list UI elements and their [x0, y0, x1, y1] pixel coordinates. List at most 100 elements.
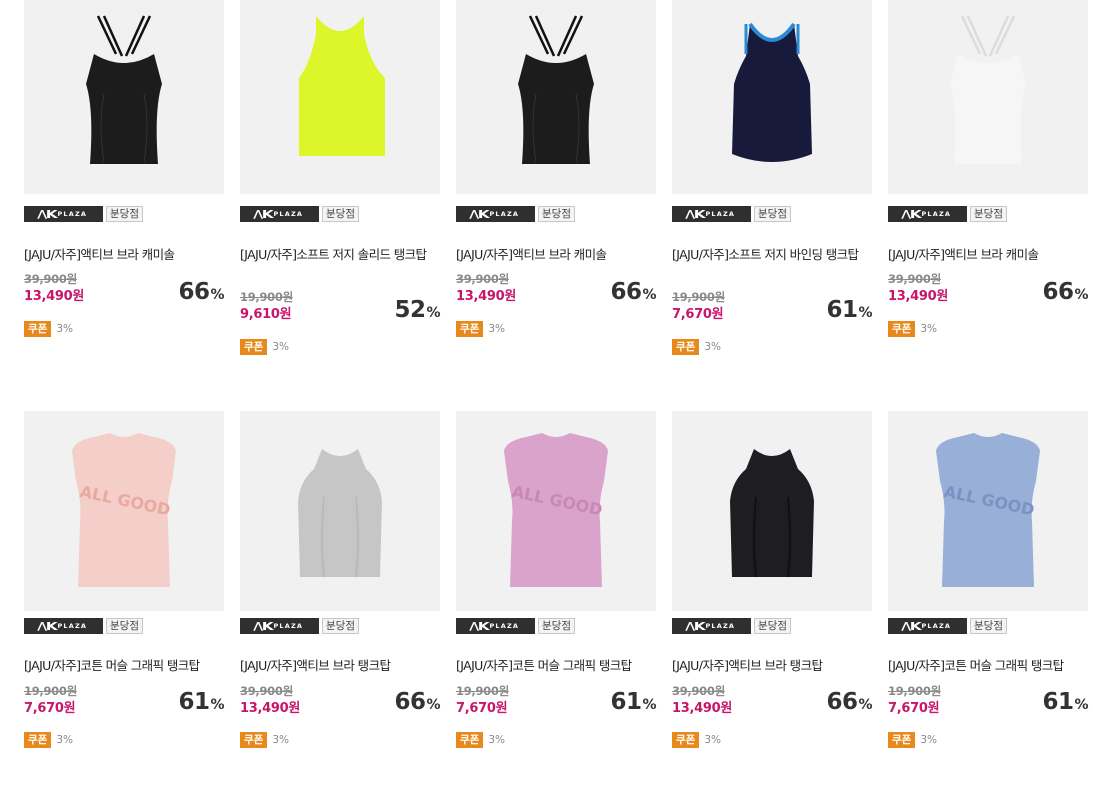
- discount-percent-sign: %: [210, 697, 224, 713]
- shop-info: /\K PLAZA 분당점: [240, 206, 359, 222]
- ak-plaza-logo: /\K PLAZA: [888, 618, 967, 634]
- coupon-info: 쿠폰 3%: [456, 321, 505, 337]
- branch-badge: 분당점: [970, 618, 1007, 634]
- ak-plaza-logo: /\K PLAZA: [24, 206, 103, 222]
- discount-value: 61: [610, 689, 642, 715]
- coupon-info: 쿠폰 3%: [24, 732, 73, 748]
- product-title[interactable]: [JAJU/자주]소프트 저지 솔리드 탱크탑: [240, 245, 440, 264]
- product-title[interactable]: [JAJU/자주]코튼 머슬 그래픽 탱크탑: [456, 656, 656, 675]
- shop-info: /\K PLAZA 분당점: [240, 618, 359, 634]
- ak-logo-mark: /\K: [37, 619, 57, 633]
- ak-plaza-logo: /\K PLAZA: [672, 618, 751, 634]
- ak-logo-plaza: PLAZA: [921, 210, 952, 218]
- product-title[interactable]: [JAJU/자주]소프트 저지 바인딩 탱크탑: [672, 245, 872, 264]
- coupon-badge[interactable]: 쿠폰: [888, 321, 916, 337]
- coupon-percent: 3%: [488, 323, 505, 335]
- product-image[interactable]: [24, 0, 224, 194]
- product-title[interactable]: [JAJU/자주]액티브 브라 캐미솔: [456, 245, 656, 264]
- discount-value: 66: [394, 689, 426, 715]
- discount-rate: 66%: [610, 279, 656, 305]
- ak-plaza-logo: /\K PLAZA: [240, 206, 319, 222]
- ak-logo-mark: /\K: [469, 619, 489, 633]
- coupon-percent: 3%: [704, 734, 721, 746]
- coupon-percent: 3%: [272, 341, 289, 353]
- product-card[interactable]: /\K PLAZA 분당점 [JAJU/자주]액티브 브라 캐미솔 39,900…: [456, 0, 656, 380]
- product-image[interactable]: ALL GOOD: [888, 411, 1088, 611]
- branch-badge: 분당점: [106, 618, 143, 634]
- discount-value: 66: [610, 279, 642, 305]
- product-card[interactable]: ALL GOOD /\K PLAZA 분당점 [JAJU/자주]코튼 머슬 그래…: [456, 411, 656, 791]
- branch-badge: 분당점: [754, 206, 791, 222]
- product-image[interactable]: [672, 0, 872, 194]
- product-image[interactable]: [240, 0, 440, 194]
- coupon-info: 쿠폰 3%: [672, 732, 721, 748]
- ak-logo-mark: /\K: [685, 207, 705, 221]
- ak-logo-plaza: PLAZA: [57, 210, 88, 218]
- product-image[interactable]: [456, 0, 656, 194]
- discount-rate: 61%: [178, 689, 224, 715]
- ak-plaza-logo: /\K PLAZA: [888, 206, 967, 222]
- discount-value: 61: [1042, 689, 1074, 715]
- ak-logo-plaza: PLAZA: [273, 210, 304, 218]
- discount-rate: 66%: [178, 279, 224, 305]
- discount-rate: 66%: [1042, 279, 1088, 305]
- product-card[interactable]: /\K PLAZA 분당점 [JAJU/자주]액티브 브라 탱크탑 39,900…: [240, 411, 440, 791]
- discount-value: 66: [826, 689, 858, 715]
- discount-value: 66: [178, 279, 210, 305]
- product-title[interactable]: [JAJU/자주]액티브 브라 캐미솔: [888, 245, 1088, 264]
- discount-value: 61: [178, 689, 210, 715]
- shop-info: /\K PLAZA 분당점: [24, 618, 143, 634]
- branch-badge: 분당점: [322, 618, 359, 634]
- coupon-percent: 3%: [56, 323, 73, 335]
- product-card[interactable]: /\K PLAZA 분당점 [JAJU/자주]액티브 브라 탱크탑 39,900…: [672, 411, 872, 791]
- discount-rate: 66%: [826, 689, 872, 715]
- coupon-percent: 3%: [56, 734, 73, 746]
- product-title[interactable]: [JAJU/자주]액티브 브라 탱크탑: [672, 656, 872, 675]
- coupon-percent: 3%: [272, 734, 289, 746]
- coupon-badge[interactable]: 쿠폰: [456, 732, 484, 748]
- shop-info: /\K PLAZA 분당점: [456, 206, 575, 222]
- product-card[interactable]: ALL GOOD /\K PLAZA 분당점 [JAJU/자주]코튼 머슬 그래…: [24, 411, 224, 791]
- discount-rate: 61%: [826, 297, 872, 323]
- product-card[interactable]: ALL GOOD /\K PLAZA 분당점 [JAJU/자주]코튼 머슬 그래…: [888, 411, 1088, 791]
- product-title[interactable]: [JAJU/자주]코튼 머슬 그래픽 탱크탑: [888, 656, 1088, 675]
- coupon-info: 쿠폰 3%: [672, 339, 721, 355]
- coupon-badge[interactable]: 쿠폰: [24, 321, 52, 337]
- ak-logo-mark: /\K: [253, 207, 273, 221]
- branch-badge: 분당점: [538, 206, 575, 222]
- coupon-badge[interactable]: 쿠폰: [672, 339, 700, 355]
- coupon-info: 쿠폰 3%: [888, 732, 937, 748]
- coupon-badge[interactable]: 쿠폰: [672, 732, 700, 748]
- discount-percent-sign: %: [642, 287, 656, 303]
- product-title[interactable]: [JAJU/자주]코튼 머슬 그래픽 탱크탑: [24, 656, 224, 675]
- coupon-badge[interactable]: 쿠폰: [240, 339, 268, 355]
- branch-badge: 분당점: [970, 206, 1007, 222]
- coupon-badge[interactable]: 쿠폰: [456, 321, 484, 337]
- coupon-percent: 3%: [704, 341, 721, 353]
- discount-percent-sign: %: [1074, 287, 1088, 303]
- product-image[interactable]: [672, 411, 872, 611]
- product-row: /\K PLAZA 분당점 [JAJU/자주]액티브 브라 캐미솔 39,900…: [24, 0, 1093, 392]
- coupon-info: 쿠폰 3%: [240, 339, 289, 355]
- product-card[interactable]: /\K PLAZA 분당점 [JAJU/자주]액티브 브라 캐미솔 39,900…: [24, 0, 224, 380]
- coupon-badge[interactable]: 쿠폰: [24, 732, 52, 748]
- coupon-badge[interactable]: 쿠폰: [888, 732, 916, 748]
- product-card[interactable]: /\K PLAZA 분당점 [JAJU/자주]소프트 저지 솔리드 탱크탑 19…: [240, 0, 440, 380]
- ak-logo-mark: /\K: [685, 619, 705, 633]
- product-image[interactable]: ALL GOOD: [24, 411, 224, 611]
- discount-percent-sign: %: [858, 697, 872, 713]
- product-card[interactable]: /\K PLAZA 분당점 [JAJU/자주]소프트 저지 바인딩 탱크탑 19…: [672, 0, 872, 380]
- ak-logo-mark: /\K: [37, 207, 57, 221]
- ak-logo-mark: /\K: [901, 207, 921, 221]
- product-image[interactable]: ALL GOOD: [456, 411, 656, 611]
- product-title[interactable]: [JAJU/자주]액티브 브라 캐미솔: [24, 245, 224, 264]
- coupon-badge[interactable]: 쿠폰: [240, 732, 268, 748]
- coupon-info: 쿠폰 3%: [888, 321, 937, 337]
- shop-info: /\K PLAZA 분당점: [456, 618, 575, 634]
- product-image[interactable]: [888, 0, 1088, 194]
- product-title[interactable]: [JAJU/자주]액티브 브라 탱크탑: [240, 656, 440, 675]
- product-card[interactable]: /\K PLAZA 분당점 [JAJU/자주]액티브 브라 캐미솔 39,900…: [888, 0, 1088, 380]
- ak-logo-plaza: PLAZA: [705, 210, 736, 218]
- product-image[interactable]: [240, 411, 440, 611]
- ak-logo-plaza: PLAZA: [489, 210, 520, 218]
